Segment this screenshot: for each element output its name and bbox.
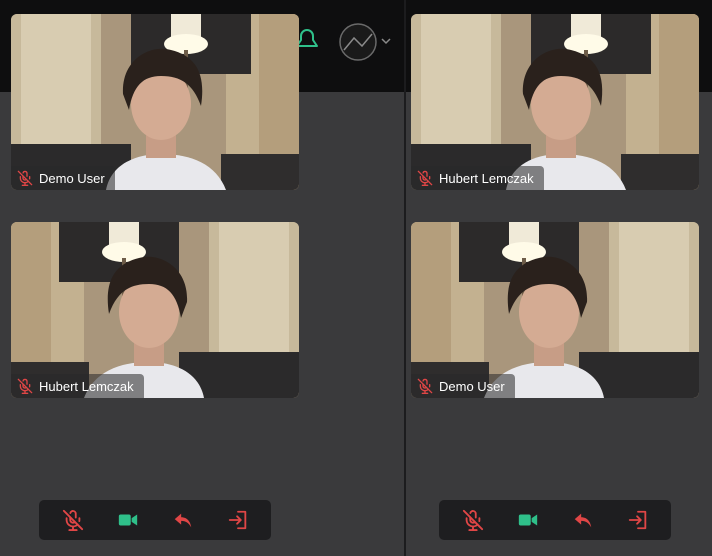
reply-arrow-icon bbox=[574, 513, 591, 528]
reply-button[interactable] bbox=[167, 504, 199, 536]
participant-name-tag: Demo User bbox=[411, 374, 515, 398]
mic-off-icon bbox=[417, 170, 433, 186]
leave-button[interactable] bbox=[222, 504, 254, 536]
video-tile[interactable]: Demo User bbox=[11, 14, 299, 190]
leave-call-icon bbox=[628, 510, 646, 530]
participant-name: Demo User bbox=[439, 378, 505, 394]
mic-off-icon bbox=[17, 378, 33, 394]
reply-arrow-icon bbox=[174, 513, 191, 528]
video-tile[interactable]: Hubert Lemczak bbox=[11, 222, 299, 398]
leave-call-icon bbox=[228, 510, 246, 530]
video-feed bbox=[411, 222, 699, 398]
participant-name: Demo User bbox=[39, 170, 105, 186]
avatar-dropdown[interactable] bbox=[336, 20, 398, 64]
camera-button[interactable] bbox=[112, 504, 144, 536]
mic-off-icon bbox=[462, 509, 484, 531]
participant-name: Hubert Lemczak bbox=[439, 170, 534, 186]
video-feed bbox=[411, 14, 699, 190]
camera-button[interactable] bbox=[512, 504, 544, 536]
video-tile[interactable]: Demo User bbox=[411, 222, 699, 398]
call-controls bbox=[439, 500, 671, 540]
call-window-left: Demo User Hubert Lemczak bbox=[0, 0, 404, 556]
participant-name: Hubert Lemczak bbox=[39, 378, 134, 394]
video-feed bbox=[11, 14, 299, 190]
call-controls bbox=[39, 500, 271, 540]
video-camera-icon bbox=[518, 514, 537, 526]
video-camera-icon bbox=[118, 514, 137, 526]
reply-button[interactable] bbox=[567, 504, 599, 536]
participant-name-tag: Hubert Lemczak bbox=[411, 166, 544, 190]
mute-button[interactable] bbox=[457, 504, 489, 536]
participant-name-tag: Hubert Lemczak bbox=[11, 374, 144, 398]
leave-button[interactable] bbox=[622, 504, 654, 536]
mic-off-icon bbox=[17, 170, 33, 186]
mic-off-icon bbox=[62, 509, 84, 531]
video-tile[interactable]: Hubert Lemczak bbox=[411, 14, 699, 190]
video-feed bbox=[11, 222, 299, 398]
call-window-right: Hubert Lemczak Demo User bbox=[406, 0, 712, 556]
mic-off-icon bbox=[417, 378, 433, 394]
participant-name-tag: Demo User bbox=[11, 166, 115, 190]
mute-button[interactable] bbox=[57, 504, 89, 536]
